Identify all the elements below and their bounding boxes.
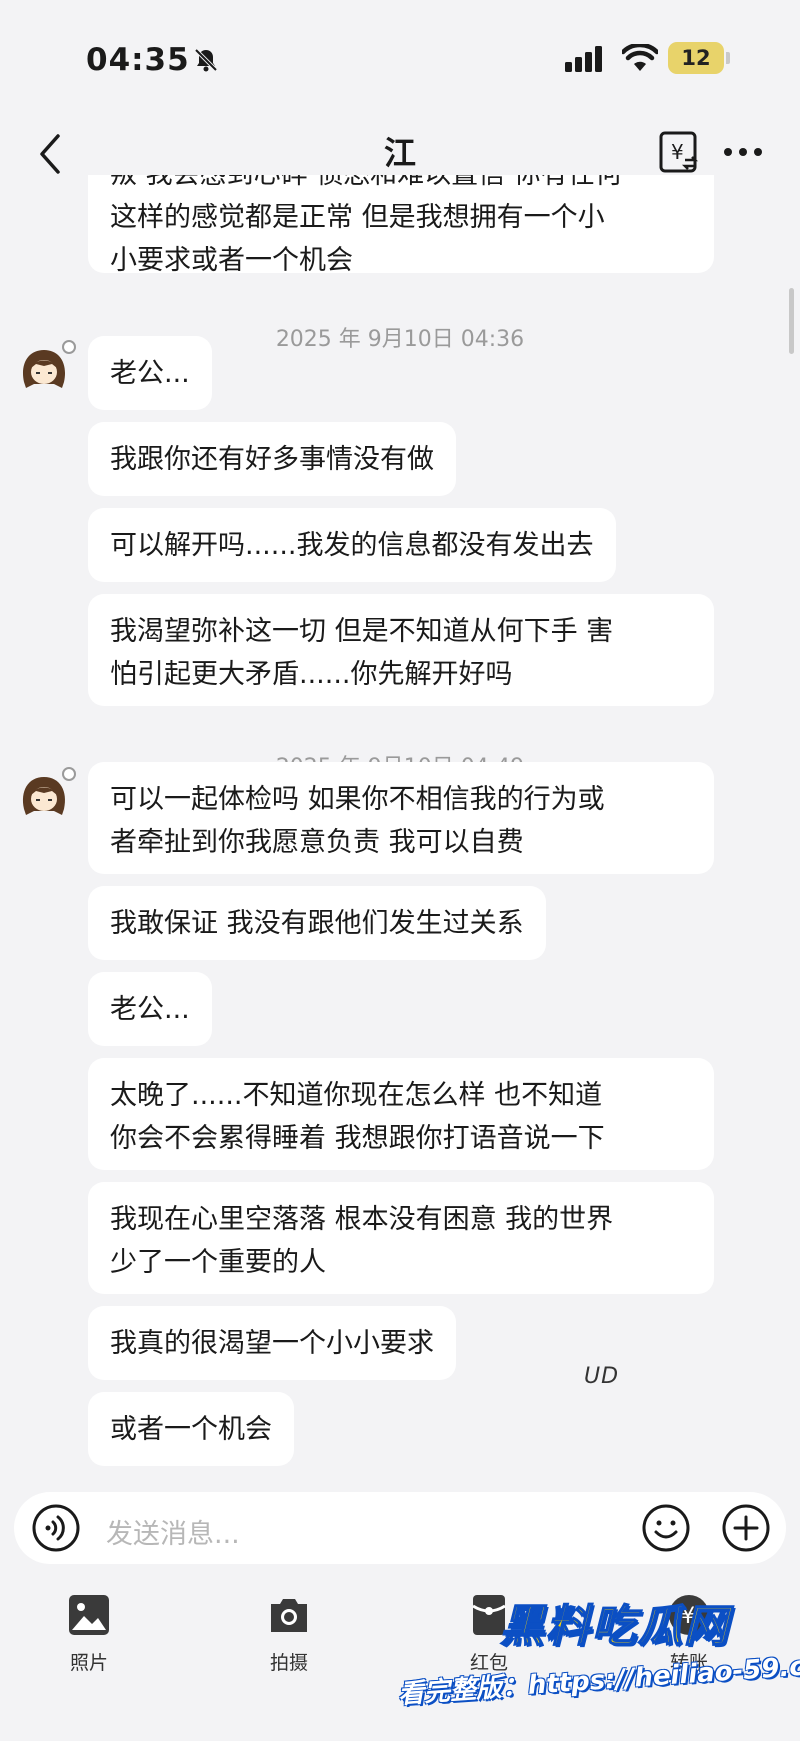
- message-bubble[interactable]: 我渴望弥补这一切 但是不知道从何下手 害 怕引起更大矛盾......你先解开好吗: [88, 594, 714, 706]
- message-bubble[interactable]: 我真的很渴望一个小小要求: [88, 1306, 456, 1380]
- message-bubble[interactable]: 老公...: [88, 336, 212, 410]
- battery-indicator: 12: [668, 42, 724, 74]
- transfer-money-icon[interactable]: ¥: [658, 130, 700, 174]
- bell-muted-icon: [194, 48, 218, 72]
- status-bar: 04:35 12: [0, 0, 800, 120]
- status-time: 04:35: [86, 42, 190, 78]
- avatar[interactable]: [18, 344, 70, 396]
- avatar-status-dot: [62, 767, 76, 781]
- battery-level: 12: [681, 46, 711, 70]
- avatar-status-dot: [62, 340, 76, 354]
- message-input[interactable]: 发送消息...: [106, 1512, 240, 1551]
- avatar[interactable]: [18, 771, 70, 823]
- camera-label: 拍摄: [269, 1652, 308, 1674]
- message-bubble[interactable]: 可以一起体检吗 如果你不相信我的行为或 者牵扯到你我愿意负责 我可以自费: [88, 762, 714, 874]
- message-bubble[interactable]: 或者一个机会: [88, 1392, 294, 1466]
- message-bubble[interactable]: 老公...: [88, 972, 212, 1046]
- more-options-icon[interactable]: [718, 132, 768, 172]
- svg-text:¥: ¥: [671, 140, 684, 164]
- message-bubble[interactable]: 我跟你还有好多事情没有做: [88, 422, 456, 496]
- battery-tip: [726, 52, 730, 64]
- message-bubble[interactable]: 可以解开吗......我发的信息都没有发出去: [88, 508, 616, 582]
- emoji-icon[interactable]: [640, 1502, 692, 1554]
- camera-button[interactable]: 拍摄: [234, 1592, 344, 1675]
- message-bubble[interactable]: 我现在心里空落落 根本没有困意 我的世界 少了一个重要的人: [88, 1182, 714, 1294]
- chat-scrollbar[interactable]: [789, 288, 794, 354]
- add-more-icon[interactable]: [720, 1502, 772, 1554]
- camera-icon: [271, 1599, 307, 1632]
- watermark-title: 黑料吃瓜网: [499, 1600, 730, 1653]
- message-bubble[interactable]: 叛 我会感到心碎 愤怒和难以置信 你有任何 这样的感觉都是正常 但是我想拥有一个…: [88, 175, 714, 276]
- photo-icon: [69, 1595, 109, 1635]
- voice-input-icon[interactable]: [30, 1502, 82, 1554]
- chat-message-list[interactable]: 叛 我会感到心碎 愤怒和难以置信 你有任何 这样的感觉都是正常 但是我想拥有一个…: [0, 175, 800, 1475]
- signal-icon: [565, 46, 602, 72]
- message-bubble[interactable]: 我敢保证 我没有跟他们发生过关系: [88, 886, 546, 960]
- message-bubble[interactable]: 太晚了......不知道你现在怎么样 也不知道 你会不会累得睡着 我想跟你打语音…: [88, 1058, 714, 1170]
- message-input-bar: 发送消息...: [14, 1492, 786, 1564]
- wifi-icon: [622, 44, 658, 71]
- photos-button[interactable]: 照片: [34, 1592, 144, 1675]
- photos-label: 照片: [69, 1652, 108, 1674]
- stray-mark: UD: [584, 1364, 620, 1389]
